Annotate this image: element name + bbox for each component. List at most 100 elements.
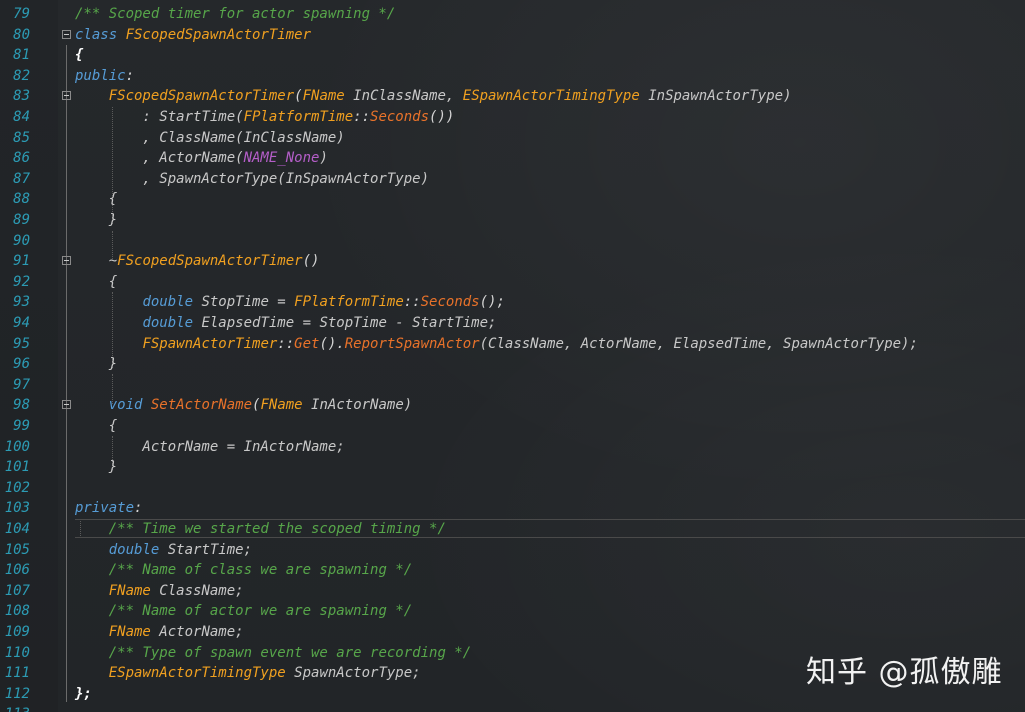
code-line[interactable]: 85 , ClassName(InClassName) [0,128,1025,149]
code-line[interactable]: 106 /** Name of class we are spawning */ [0,560,1025,581]
code-token: double [142,294,194,311]
code-token: ActorName; [150,624,244,640]
code-text: FName ActorName; [75,622,244,643]
code-line[interactable]: 89 } [0,210,1025,231]
watermark-text: 知乎 @孤傲雕 [806,655,1003,690]
code-text: , SpawnActorType(InSpawnActorType) [75,169,429,190]
code-line[interactable]: 92 { [0,272,1025,293]
code-token: /** Name of actor we are spawning */ [108,603,413,620]
code-line[interactable]: 108 /** Name of actor we are spawning */ [0,601,1025,622]
code-token: }; [75,685,92,702]
code-text: FScopedSpawnActorTimer(FName InClassName… [75,86,792,107]
code-line[interactable]: 109 FName ActorName; [0,622,1025,643]
code-editor[interactable]: 79 /** Scoped timer for actor spawning */… [0,0,1025,712]
code-token: double [108,541,160,558]
line-number: 107 [4,582,30,599]
code-line[interactable]: 81 { [0,45,1025,66]
code-text: { [75,45,83,66]
code-text: : StartTime(FPlatformTime::Seconds()) [75,107,454,128]
code-token: /** Type of spawn event we are recording… [108,644,472,661]
code-line[interactable]: 107 FName ClassName; [0,581,1025,602]
code-token: Seconds [370,109,430,125]
line-number: 92 [13,273,30,290]
code-text: double StopTime = FPlatformTime::Seconds… [75,292,505,313]
code-token: (); [479,294,505,311]
code-line[interactable]: 84 : StartTime(FPlatformTime::Seconds()) [0,107,1025,128]
code-line[interactable]: 90 [0,231,1025,252]
code-token: FName [108,582,151,599]
code-line[interactable]: 82 public: [0,66,1025,87]
code-text: ESpawnActorTimingType SpawnActorType; [75,663,421,684]
line-number: 83 [13,88,30,105]
code-token: : [125,67,135,84]
collapse-icon[interactable] [62,29,71,39]
code-line[interactable]: 87 , SpawnActorType(InSpawnActorType) [0,169,1025,190]
code-line[interactable]: 103 private: [0,498,1025,519]
code-line[interactable]: 93 double StopTime = FPlatformTime::Seco… [0,292,1025,313]
code-line[interactable]: 104 /** Time we started the scoped timin… [0,519,1025,540]
code-token: FName [260,397,303,414]
code-token: SpawnActorType; [285,665,421,682]
collapse-icon[interactable] [62,256,71,266]
code-token: StartTime; [159,541,253,558]
code-token: void [108,397,143,414]
code-line[interactable]: 96 } [0,354,1025,375]
code-token: :: [403,294,421,311]
line-number: 80 [13,26,30,43]
collapse-icon[interactable] [62,91,71,101]
code-line[interactable]: 79 /** Scoped timer for actor spawning */ [0,4,1025,25]
code-line[interactable]: 88 { [0,189,1025,210]
code-line[interactable]: 100 ActorName = InActorName; [0,437,1025,458]
collapse-icon[interactable] [62,400,71,410]
code-token: (). [319,335,345,352]
code-line[interactable]: 83 FScopedSpawnActorTimer(FName InClassN… [0,86,1025,107]
code-text: /** Time we started the scoped timing */ [75,519,446,540]
code-token: FName [108,624,151,640]
code-line[interactable]: 101 } [0,457,1025,478]
line-number: 113 [0,704,30,712]
code-line[interactable]: 97 [0,375,1025,396]
code-token: FScopedSpawnActorTimer [117,253,303,270]
line-number: 82 [13,67,30,84]
code-token: ~ [75,253,118,270]
code-line[interactable]: 105 double StartTime; [0,540,1025,561]
code-text: ~FScopedSpawnActorTimer() [75,251,320,272]
line-number: 79 [13,6,30,22]
code-line[interactable]: 94 double ElapsedTime = StopTime - Start… [0,313,1025,334]
code-token: /** Time we started the scoped timing */ [108,521,446,537]
line-number: 88 [13,191,30,208]
code-token: { [75,191,118,208]
code-line[interactable]: 95 FSpawnActorTimer::Get().ReportSpawnAc… [0,334,1025,355]
line-number: 91 [13,253,30,270]
code-text: private: [75,498,142,519]
code-token: ActorName = InActorName; [75,438,345,455]
code-line[interactable]: 80 class FScopedSpawnActorTimer [0,25,1025,46]
line-number: 81 [13,47,30,64]
code-line[interactable]: 86 , ActorName(NAME_None) [0,148,1025,169]
code-line[interactable]: 99 { [0,416,1025,437]
code-line[interactable]: 98 void SetActorName(FName InActorName) [0,395,1025,416]
code-token: ESpawnActorTimingType [462,88,640,105]
code-token: , ActorName( [75,150,244,167]
code-line[interactable]: 91 ~FScopedSpawnActorTimer() [0,251,1025,272]
line-number: 105 [4,541,30,558]
line-number: 106 [4,562,30,579]
code-line[interactable]: 102 [0,478,1025,499]
code-line[interactable]: 113 [0,704,1025,712]
code-token: ( [294,88,303,105]
line-number: 84 [13,109,30,125]
line-number: 99 [13,418,30,434]
code-token: /** Scoped timer for actor spawning */ [75,6,396,22]
code-token: NAME_None [243,150,320,167]
code-text: double StartTime; [75,540,252,561]
code-text: public: [75,66,134,87]
